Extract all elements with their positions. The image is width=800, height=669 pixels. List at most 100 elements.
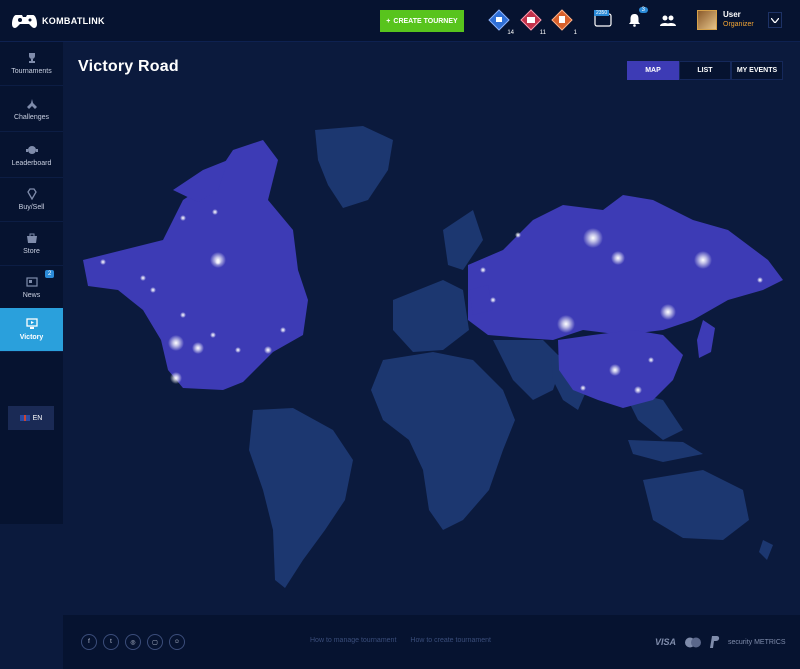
sidebar-item-victory[interactable]: Victory [0, 308, 63, 352]
twitter-icon[interactable]: t [103, 634, 119, 650]
skull-badge[interactable]: 11 [520, 9, 546, 36]
indonesia[interactable] [628, 440, 703, 462]
user-menu[interactable]: User Organizer [697, 10, 754, 30]
mastercard-icon [685, 637, 702, 647]
sidebar-item-label: Challenges [13, 114, 50, 121]
event-hotspot[interactable] [609, 364, 621, 376]
notifications-button[interactable]: 3 [626, 7, 648, 28]
event-hotspot[interactable] [210, 332, 216, 338]
footer: f t ◎ ▢ ☺ How to manage tournament How t… [63, 615, 800, 669]
top-bar: KOMBATLINK + CREATE TOURNEY 14 11 1 2350… [0, 0, 800, 42]
sidebar-item-label: Victory [19, 334, 44, 341]
sidebar-item-label: Tournaments [11, 68, 52, 75]
logo[interactable]: KOMBATLINK [12, 12, 105, 30]
world-map[interactable] [63, 90, 800, 610]
create-tourney-label: CREATE TOURNEY [393, 17, 458, 25]
sidebar-item-label: Leaderboard [11, 160, 52, 167]
event-hotspot[interactable] [515, 232, 521, 238]
payment-logos: VISA security METRICS [655, 636, 786, 648]
discord-icon[interactable]: ☺ [169, 634, 185, 650]
facebook-icon[interactable]: f [81, 634, 97, 650]
footer-links: How to manage tournament How to create t… [310, 637, 491, 644]
scandinavia[interactable] [443, 210, 483, 270]
plus-icon: + [386, 17, 391, 25]
sidebar-item-challenges[interactable]: Challenges [0, 88, 63, 132]
bag-icon [26, 233, 37, 243]
greenland[interactable] [315, 126, 393, 208]
tab-my-events[interactable]: MY EVENTS [731, 61, 783, 80]
trophy-icon [28, 53, 35, 63]
sidebar-item-buysell[interactable]: Buy/Sell [0, 178, 63, 222]
visa-logo: VISA [655, 637, 677, 647]
app-name: KOMBATLINK [42, 16, 105, 26]
coins-wallet[interactable]: 2350 [594, 10, 612, 28]
event-hotspot[interactable] [557, 315, 575, 333]
event-hotspot[interactable] [170, 372, 182, 384]
trophy-badge[interactable]: 14 [488, 9, 514, 36]
monitor-icon [25, 318, 38, 329]
newspaper-icon [25, 277, 38, 287]
event-hotspot[interactable] [660, 304, 676, 320]
event-hotspot[interactable] [192, 342, 204, 354]
tab-map[interactable]: MAP [627, 61, 679, 80]
paypal-icon [710, 636, 720, 648]
event-hotspot[interactable] [694, 251, 712, 269]
event-hotspot[interactable] [280, 327, 286, 333]
new-zealand[interactable] [759, 540, 773, 560]
twitch-icon[interactable]: ▢ [147, 634, 163, 650]
event-hotspot[interactable] [634, 386, 642, 394]
skull-badge-count: 11 [539, 30, 546, 36]
flame-badge[interactable]: 1 [551, 9, 577, 36]
event-hotspot[interactable] [490, 297, 496, 303]
medal-icon [25, 146, 38, 154]
event-hotspot[interactable] [180, 312, 186, 318]
tab-list[interactable]: LIST [679, 61, 731, 80]
event-hotspot[interactable] [583, 228, 603, 248]
japan[interactable] [697, 320, 715, 358]
russia[interactable] [468, 195, 783, 340]
africa[interactable] [371, 352, 515, 530]
event-hotspot[interactable] [611, 251, 625, 265]
event-hotspot[interactable] [212, 209, 218, 215]
gamepad-logo-icon [12, 15, 37, 28]
footer-link-manage[interactable]: How to manage tournament [310, 637, 396, 644]
australia[interactable] [643, 470, 749, 540]
sidebar-item-leaderboard[interactable]: Leaderboard [0, 134, 63, 178]
instagram-icon[interactable]: ◎ [125, 634, 141, 650]
create-tourney-button[interactable]: + CREATE TOURNEY [380, 10, 464, 32]
sidebar: Tournaments Challenges Leaderboard Buy/S… [0, 42, 63, 524]
flame-badge-count: 1 [573, 30, 577, 36]
sidebar-item-label: Buy/Sell [18, 204, 45, 211]
trophy-badge-count: 14 [507, 30, 514, 36]
event-hotspot[interactable] [264, 346, 272, 354]
language-label: EN [32, 414, 43, 422]
event-hotspot[interactable] [648, 357, 654, 363]
event-hotspot[interactable] [757, 277, 763, 283]
coins-count: 2350 [594, 10, 610, 16]
language-selector[interactable]: EN [8, 406, 54, 430]
swords-icon [26, 99, 37, 109]
security-metrics-logo: security METRICS [728, 638, 786, 646]
notifications-count: 3 [638, 7, 648, 13]
event-hotspot[interactable] [480, 267, 486, 273]
event-hotspot[interactable] [235, 347, 241, 353]
event-hotspot[interactable] [180, 215, 186, 221]
event-hotspot[interactable] [168, 335, 184, 351]
event-hotspot[interactable] [140, 275, 146, 281]
user-menu-toggle[interactable] [768, 12, 782, 28]
sidebar-item-tournaments[interactable]: Tournaments [0, 42, 63, 86]
europe-west[interactable] [393, 280, 469, 352]
event-hotspot[interactable] [100, 259, 106, 265]
footer-link-create[interactable]: How to create tournament [410, 637, 491, 644]
event-hotspot[interactable] [580, 385, 586, 391]
sidebar-item-store[interactable]: Store [0, 222, 63, 266]
friends-button[interactable] [660, 12, 676, 28]
uk-flag-icon [19, 415, 30, 421]
skull-badge-icon [520, 9, 542, 31]
social-links: f t ◎ ▢ ☺ [81, 634, 185, 650]
sidebar-item-news[interactable]: News 2 [0, 266, 63, 310]
event-hotspot[interactable] [210, 252, 226, 268]
south-america[interactable] [249, 408, 353, 588]
event-hotspot[interactable] [150, 287, 156, 293]
bell-icon [628, 14, 640, 27]
